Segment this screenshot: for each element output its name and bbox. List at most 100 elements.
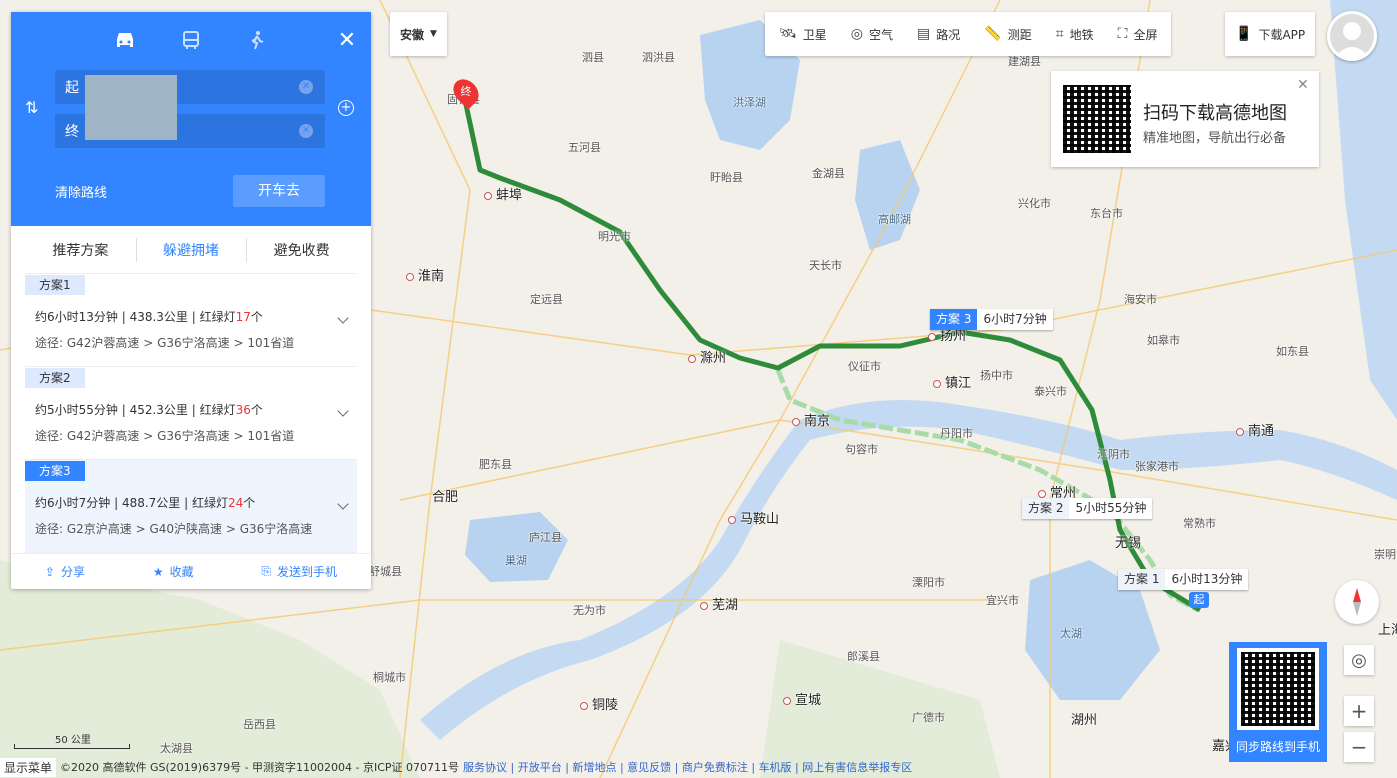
close-promo-icon[interactable]: ✕ (1297, 77, 1309, 93)
map-label: 镇江 (933, 372, 971, 391)
air-button[interactable]: ◎ 空气 (839, 12, 905, 56)
promo-title: 扫码下载高德地图 (1143, 103, 1287, 124)
share-label: 分享 (60, 565, 85, 579)
map-label: 崇明 (1374, 548, 1396, 561)
map-label: 泗洪县 (642, 51, 675, 64)
satellite-button[interactable]: 🛰 卫星 (767, 12, 839, 56)
fullscreen-icon: ⛶ (1117, 26, 1128, 42)
plan-summary: 约5小时55分钟 | 452.3公里 | 红绿灯36个 (35, 403, 263, 417)
map-label: 洪泽湖 (733, 96, 766, 109)
share-button[interactable]: ⇪ 分享 (45, 563, 85, 580)
footer-link[interactable]: 车机版 (759, 761, 792, 774)
tab-avoid-tolls[interactable]: 避免收费 (246, 226, 357, 273)
footer-link[interactable]: 商户免费标注 (682, 761, 748, 774)
map-label: 宣城 (783, 689, 821, 708)
download-promo: 扫码下载高德地图 精准地图，导航出行必备 ✕ (1051, 71, 1319, 167)
footer-link[interactable]: 网上有害信息举报专区 (802, 761, 912, 774)
swap-icon[interactable]: ⇅ (25, 98, 38, 117)
map-label: 庐江县 (529, 531, 562, 544)
map-label: 东台市 (1090, 207, 1123, 220)
map-label: 溧阳市 (912, 576, 945, 589)
show-menu-button[interactable]: 显示菜单 (0, 757, 57, 777)
map-label: 舒城县 (369, 565, 402, 578)
map-label: 句容市 (845, 443, 878, 456)
drive-button[interactable]: 开车去 (233, 175, 325, 207)
send-label: 发送到手机 (277, 565, 338, 579)
plan-summary: 约6小时13分钟 | 438.3公里 | 红绿灯17个 (35, 310, 263, 324)
start-field-label: 起 (65, 80, 79, 96)
send-icon: ⎘ (261, 564, 272, 578)
map-label: 桐城市 (373, 671, 406, 684)
footer-link[interactable]: 意见反馈 (627, 761, 671, 774)
start-marker[interactable]: 起 (1189, 592, 1209, 608)
map-label: 明光市 (598, 230, 631, 243)
plan-via: 途径: G2京沪高速 > G40沪陕高速 > G36宁洛高速 (35, 522, 313, 536)
route-callout[interactable]: 方案 1 6小时13分钟 (1118, 569, 1249, 590)
car-icon[interactable] (113, 28, 137, 52)
traffic-button[interactable]: ▤ 路况 (905, 12, 972, 56)
zoom-in-button[interactable]: + (1344, 696, 1374, 726)
plan-item[interactable]: 方案2 约5小时55分钟 | 452.3公里 | 红绿灯36个 途径: G42沪蓉高… (25, 367, 357, 460)
plan-item[interactable]: 方案1 约6小时13分钟 | 438.3公里 | 红绿灯17个 途径: G42沪蓉高… (25, 274, 357, 367)
add-waypoint-icon[interactable]: + (338, 100, 354, 116)
measure-button[interactable]: 📏 测距 (972, 12, 1043, 56)
send-to-phone-button[interactable]: ⎘ 发送到手机 (261, 563, 337, 580)
route-input-area: ✕ ⇅ 起 ✕ 终 ✕ + 清除路线 开车去 (11, 12, 371, 226)
compass[interactable] (1335, 580, 1379, 624)
footer-link[interactable]: 新增地点 (572, 761, 616, 774)
map-label: 如东县 (1276, 345, 1309, 358)
star-icon: ★ (152, 564, 164, 579)
walk-icon[interactable] (245, 28, 269, 52)
download-app-button[interactable]: 📱 下载APP (1225, 12, 1316, 56)
clear-route-link[interactable]: 清除路线 (55, 182, 107, 201)
chevron-down-icon[interactable] (337, 498, 349, 510)
chevron-down-icon[interactable] (337, 312, 349, 324)
map-label: 太湖 (1060, 627, 1082, 640)
map-label: 高邮湖 (878, 213, 911, 226)
plan-item[interactable]: 方案3 约6小时7分钟 | 488.7公里 | 红绿灯24个 途径: G2京沪高速 … (25, 460, 357, 553)
region-select[interactable]: 安徽 ▼ (390, 12, 447, 56)
close-icon[interactable]: ✕ (335, 28, 359, 53)
fullscreen-button[interactable]: ⛶ 全屏 (1106, 12, 1170, 56)
footer-link[interactable]: 开放平台 (518, 761, 562, 774)
map-label: 泗县 (582, 51, 604, 64)
map-label: 岳西县 (243, 718, 276, 731)
map-toolbar: 🛰 卫星 ◎ 空气 ▤ 路况 📏 测距 ⌗ 地铁 ⛶ 全屏 (765, 12, 1172, 56)
map-label: 盱眙县 (710, 171, 743, 184)
route-callout[interactable]: 方案 2 5小时55分钟 (1022, 498, 1153, 519)
download-app-label: 下载APP (1258, 27, 1306, 42)
plan-via: 途径: G42沪蓉高速 > G36宁洛高速 > 101省道 (35, 336, 295, 350)
sync-to-phone[interactable]: 同步路线到手机 (1229, 642, 1327, 762)
map-label: 广德市 (912, 711, 945, 724)
route-callout-tag: 方案 1 (1118, 569, 1166, 590)
footer-link[interactable]: 服务协议 (463, 761, 507, 774)
map-label: 无为市 (573, 604, 606, 617)
map-label: 肥东县 (479, 458, 512, 471)
subway-button[interactable]: ⌗ 地铁 (1044, 12, 1106, 56)
locate-icon[interactable]: ◎ (1344, 645, 1374, 675)
favorite-button[interactable]: ★ 收藏 (153, 563, 194, 580)
map-label: 上海 (1378, 623, 1397, 638)
map-label: 如皋市 (1147, 334, 1180, 347)
footer: 显示菜单 ©2020 高德软件 GS(2019)6379号 - 甲测资字1100… (0, 756, 1000, 778)
bus-icon[interactable] (179, 28, 203, 52)
map-label: 马鞍山 (728, 508, 779, 527)
map-label: 郎溪县 (847, 650, 880, 663)
clear-start-icon[interactable]: ✕ (299, 80, 313, 94)
zoom-out-button[interactable]: − (1344, 732, 1374, 762)
route-callout-tag: 方案 3 (930, 309, 978, 330)
route-callout[interactable]: 方案 3 6小时7分钟 (930, 309, 1053, 330)
clear-end-icon[interactable]: ✕ (299, 124, 313, 138)
tab-recommended[interactable]: 推荐方案 (25, 226, 136, 273)
avatar[interactable] (1327, 11, 1377, 61)
map-label: 湖州 (1071, 713, 1098, 728)
satellite-icon: 🛰 (779, 26, 797, 42)
chevron-down-icon[interactable] (337, 405, 349, 417)
traffic-light-count: 24 (228, 496, 244, 510)
air-icon: ◎ (850, 26, 864, 42)
map-label: 江阴市 (1097, 448, 1130, 461)
tab-avoid-congestion[interactable]: 躲避拥堵 (135, 226, 247, 273)
route-tabs: 推荐方案 躲避拥堵 避免收费 (25, 226, 357, 274)
sync-qr-code (1237, 648, 1319, 730)
map-label: 蚌埠 (484, 184, 522, 203)
